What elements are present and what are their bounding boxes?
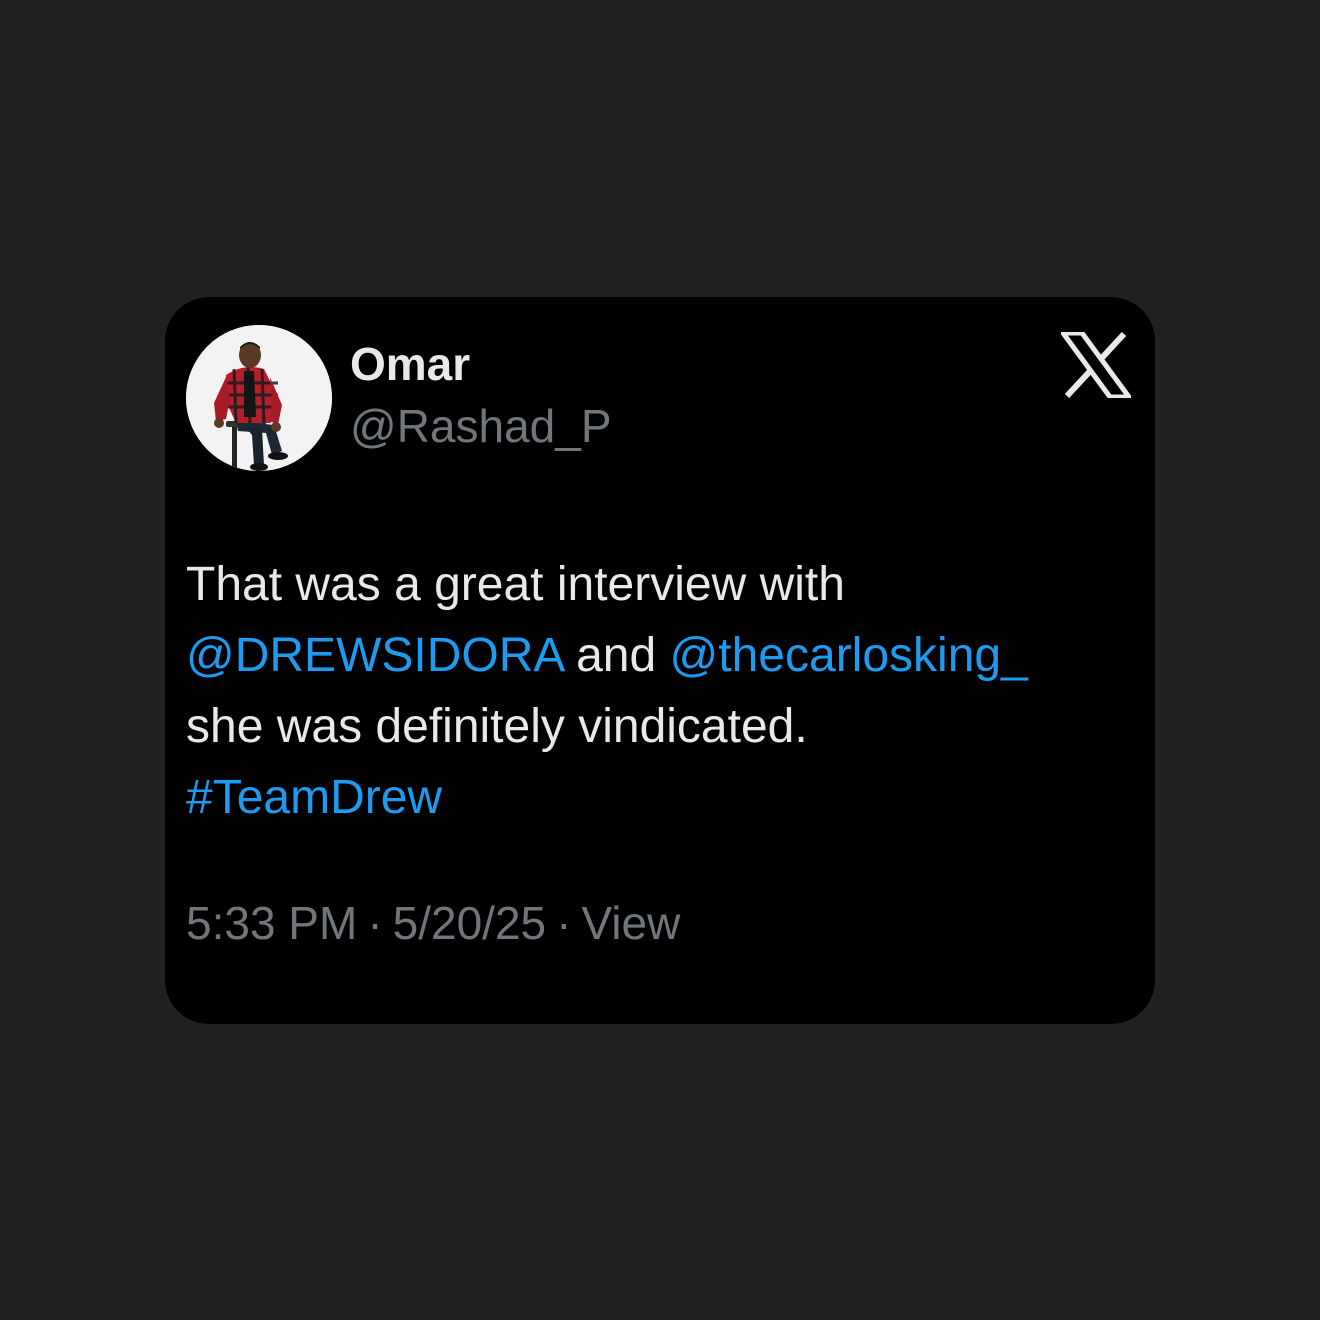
x-logo-icon[interactable] [1061, 332, 1131, 398]
tweet-text-line: @DREWSIDORA and @thecarlosking_ [186, 620, 1136, 691]
meta-separator: · [367, 897, 383, 949]
tweet-text: That was a great interview with @DREWSID… [186, 549, 1136, 833]
tweet-text-word: and [576, 629, 657, 682]
avatar[interactable] [186, 325, 332, 471]
mention-link-drewsidora[interactable]: @DREWSIDORA [186, 629, 563, 682]
tweet-text-line: That was a great interview with [186, 558, 845, 611]
avatar-photo [186, 325, 332, 471]
mention-link-thecarlosking[interactable]: @thecarlosking_ [670, 629, 1028, 682]
meta-separator: · [556, 897, 572, 949]
tweet-time[interactable]: 5:33 PM [186, 897, 357, 949]
tweet-text-line: #TeamDrew [186, 762, 1136, 833]
tweet-meta: 5:33 PM · 5/20/25 · View [186, 900, 680, 946]
page: Omar @Rashad_P That was a great intervie… [0, 0, 1320, 1320]
tweet-text-line: she was definitely vindicated. [186, 700, 808, 753]
author-display-name[interactable]: Omar [350, 341, 470, 387]
tweet-card[interactable]: Omar @Rashad_P That was a great intervie… [165, 297, 1155, 1024]
hashtag-link-teamdrew[interactable]: #TeamDrew [186, 771, 442, 824]
author-handle[interactable]: @Rashad_P [350, 403, 612, 449]
view-link[interactable]: View [581, 897, 680, 949]
tweet-date[interactable]: 5/20/25 [393, 897, 546, 949]
